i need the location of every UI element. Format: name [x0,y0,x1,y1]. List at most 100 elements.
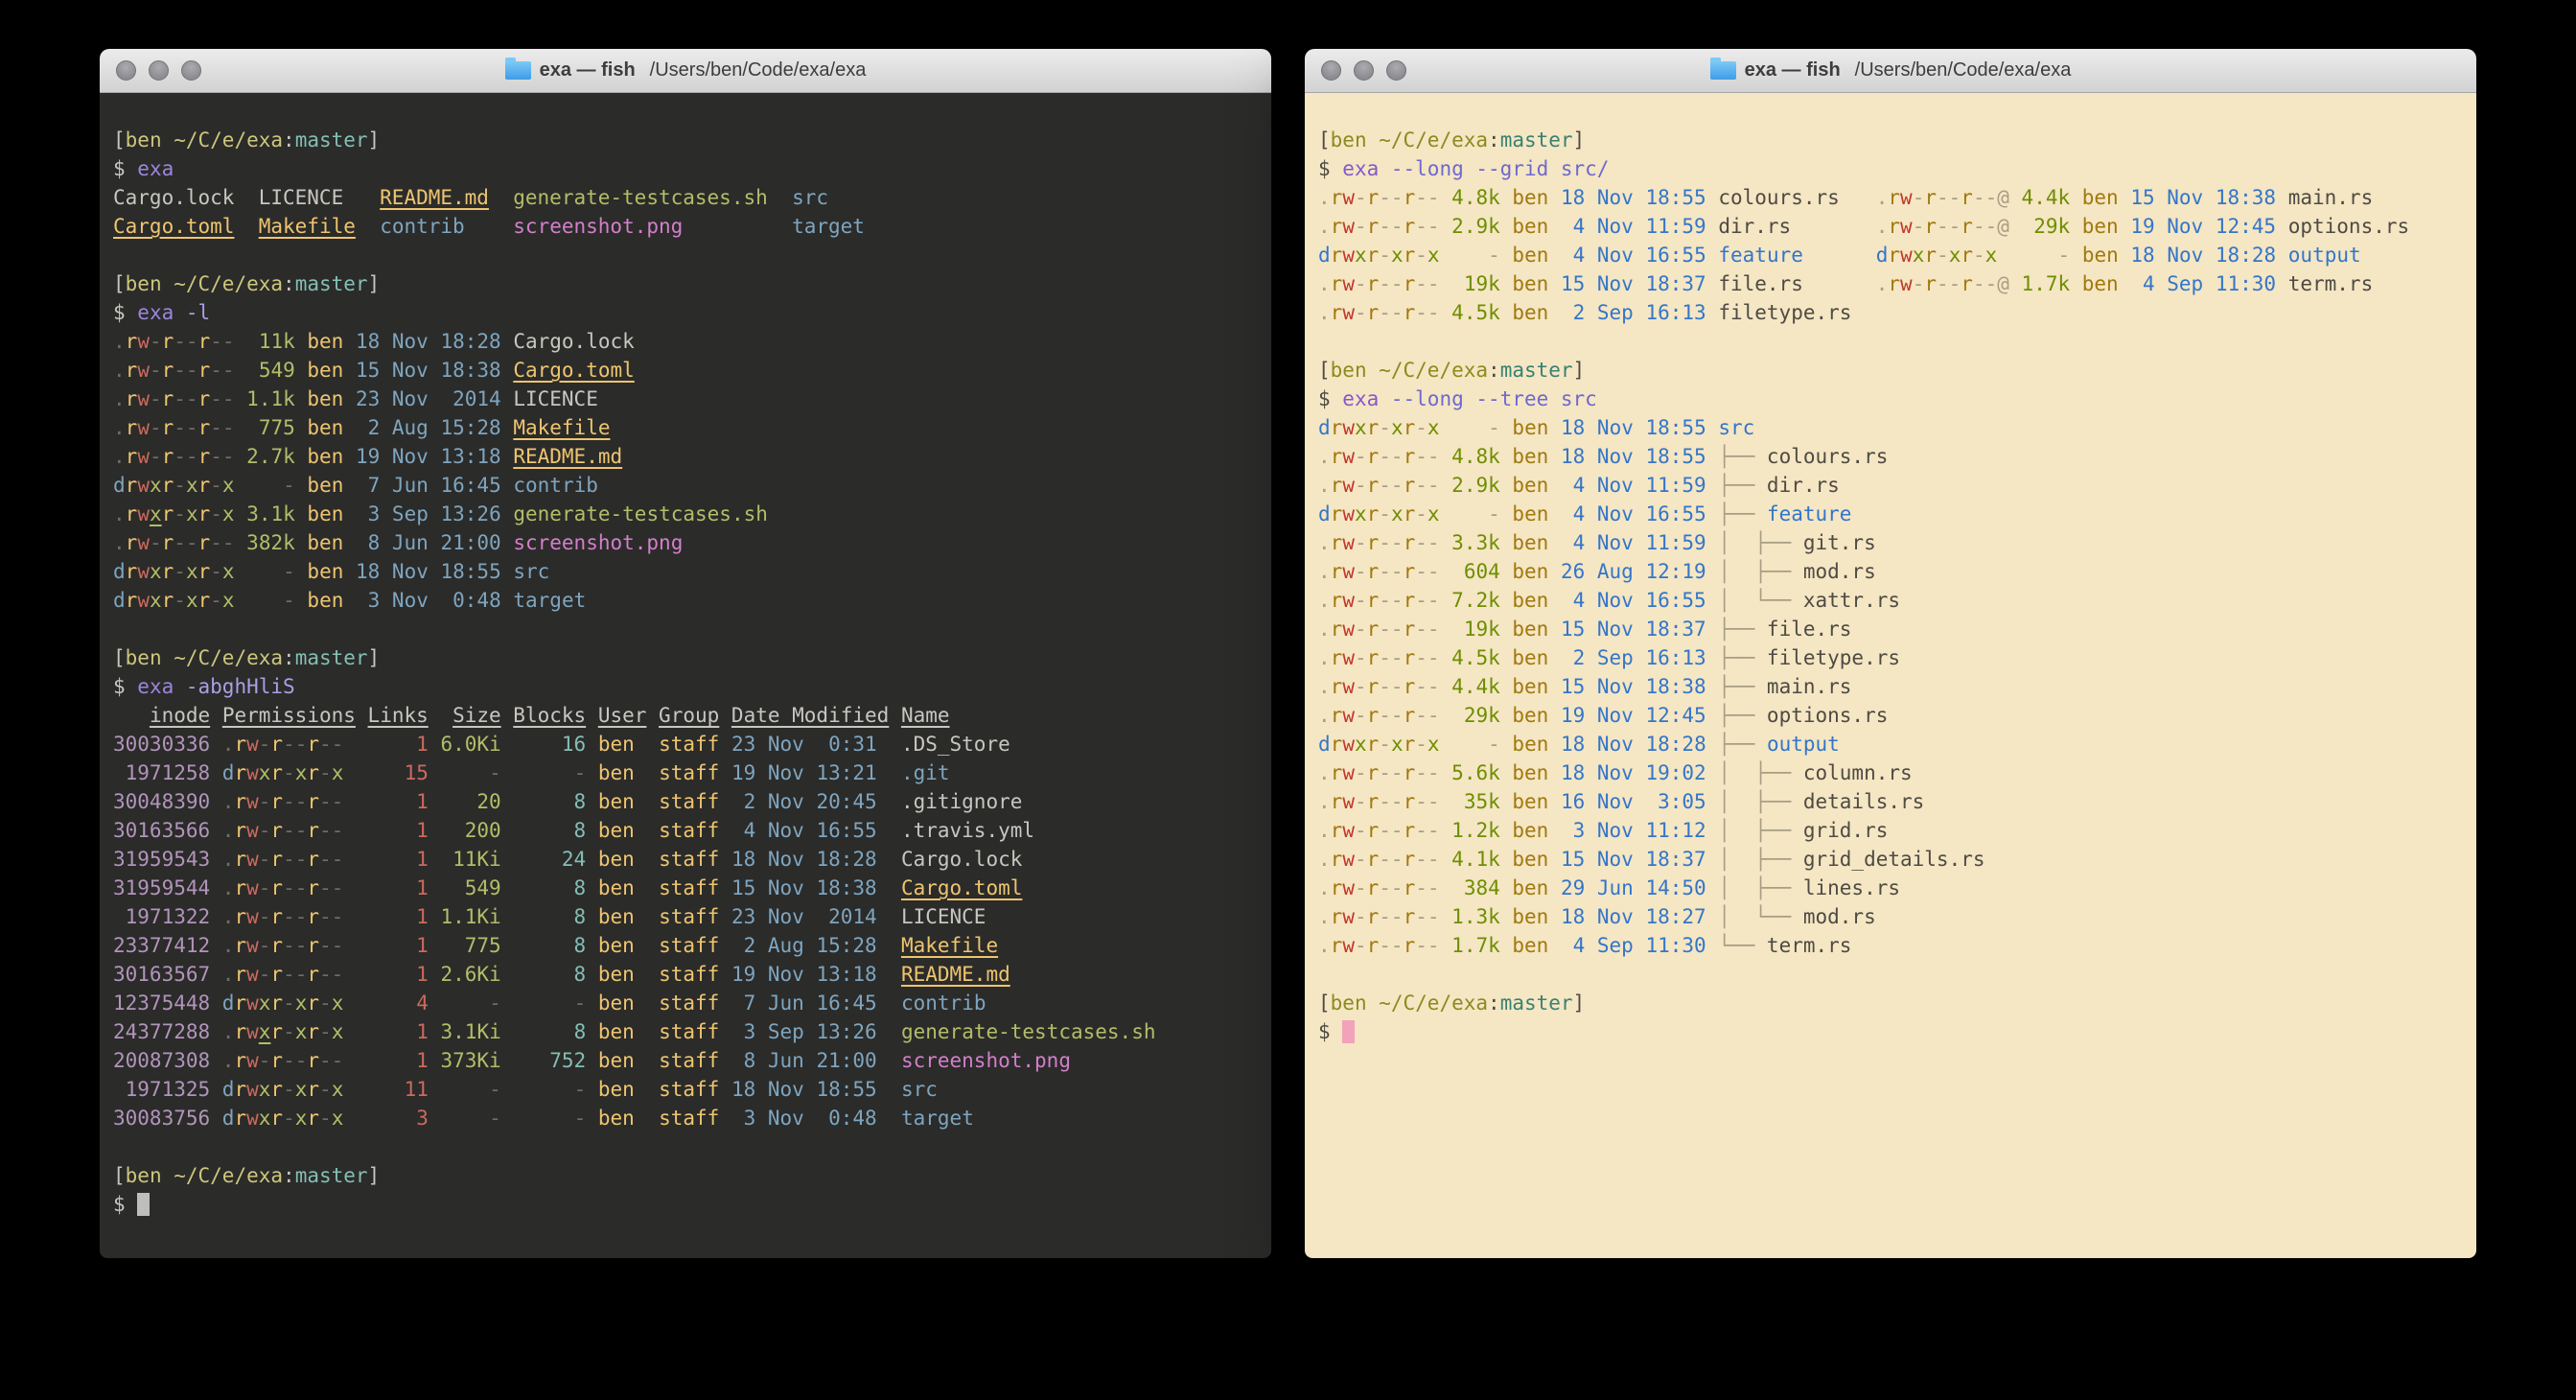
text-segment: . [1318,618,1331,641]
text-segment: . [1318,531,1331,554]
close-button[interactable] [1321,60,1341,81]
text-segment: . [222,848,235,871]
terminal-line: .rw-r--r-- 604 ben 26 Aug 12:19 │ ├── mo… [1318,557,2465,586]
text-segment: 19 Nov 12:45 [2130,215,2287,238]
text-segment: -- [319,819,343,842]
text-segment: w [1342,646,1355,669]
text-segment: - [441,1107,514,1130]
terminal-content[interactable]: [ben ~/C/e/exa:master]$ exaCargo.lock LI… [100,93,1271,1258]
text-segment: d [222,992,235,1015]
text-segment: r [270,1049,283,1072]
text-segment: │ ├── [1718,761,1803,784]
text-segment: 1971322 [113,905,222,928]
text-segment: r [1331,531,1343,554]
text-segment: Makefile [513,416,610,439]
text-segment: ben staff [598,905,731,928]
close-button[interactable] [116,60,136,81]
text-segment: r [162,589,174,612]
text-segment: - [1355,876,1367,899]
text-segment [113,704,150,727]
text-segment: r [126,416,138,439]
text-segment: @ [1997,186,2009,209]
terminal-line: 24377288 .rwxr-xr-x 1 3.1Ki 8 ben staff … [113,1017,1260,1046]
text-segment: xattr.rs [1803,589,1900,612]
titlebar[interactable]: exa — fish /Users/ben/Code/exa/exa [1305,49,2476,93]
text-segment: x [150,589,162,612]
text-segment: git.rs [1803,531,1876,554]
text-segment: - [1440,502,1513,525]
text-segment: r [162,531,174,554]
text-segment: . [1318,215,1331,238]
text-segment: - [150,531,162,554]
text-segment: x [1391,416,1404,439]
text-segment [1803,244,1876,267]
text-segment: 18 Nov 18:55 [1561,445,1718,468]
text-segment: -- [1415,675,1439,698]
text-segment: ├── [1718,733,1767,756]
text-segment: ben [307,474,356,497]
terminal-line [1318,960,2465,989]
text-segment: -- [319,876,343,899]
text-segment: x [295,1078,308,1101]
text-segment: - [259,934,271,957]
titlebar[interactable]: exa — fish /Users/ben/Code/exa/exa [100,49,1271,93]
zoom-button[interactable] [1386,60,1406,81]
text-segment: term.rs [1767,934,1852,957]
text-segment: r [270,733,283,756]
text-segment: - [513,1078,598,1101]
text-segment: 18 Nov 18:28 [356,330,513,353]
text-segment: ├── [1718,646,1767,669]
text-segment: r [1404,848,1416,871]
text-segment: w [1342,704,1355,727]
text-segment: -- [283,963,307,986]
text-segment: - [174,474,186,497]
text-segment: : [1488,128,1500,152]
text-segment: 2 Aug 15:28 [356,416,513,439]
text-segment: src [901,1078,938,1101]
text-segment: r [1367,445,1380,468]
text-segment: -- [174,445,197,468]
text-segment: w [1342,790,1355,813]
text-segment: . [113,502,126,525]
text-segment: generate-testcases.sh [513,186,768,209]
terminal-line: 12375448 drwxr-xr-x 4 - - ben staff 7 Ju… [113,989,1260,1017]
text-segment: -- [283,905,307,928]
text-segment: - [1440,733,1513,756]
text-segment: r [234,963,246,986]
minimize-button[interactable] [149,60,169,81]
text-segment: --long --tree src [1379,387,1597,410]
minimize-button[interactable] [1354,60,1374,81]
text-segment: ben [307,359,356,382]
text-segment: x [295,761,308,784]
text-segment: -- [210,330,234,353]
text-segment: 549 [440,876,513,899]
terminal-line: drwxr-xr-x - ben 4 Nov 16:55 ├── feature [1318,500,2465,528]
text-segment: r [270,790,283,813]
text-segment: w [1342,934,1355,957]
text-segment: 752 [513,1049,598,1072]
text-segment: - [319,1020,332,1043]
text-segment: r [307,761,319,784]
text-segment: 1.1Ki [440,905,513,928]
text-segment: r [1404,934,1416,957]
text-segment: x [1391,733,1404,756]
text-segment: : [283,128,295,152]
terminal-content[interactable]: [ben ~/C/e/exa:master]$ exa --long --gri… [1305,93,2476,1258]
text-segment [683,215,792,238]
text-segment: w [1342,186,1355,209]
text-segment: ben [1512,934,1561,957]
text-segment: -- [1415,848,1439,871]
text-segment: [ [1318,992,1331,1015]
text-segment: r [270,819,283,842]
text-segment: x [332,1107,344,1130]
text-segment: -- [1937,215,1961,238]
text-segment: @ [1997,215,2009,238]
terminal-line: .rw-r--r-- 19k ben 15 Nov 18:37 ├── file… [1318,615,2465,643]
text-segment: 2.7k [235,445,308,468]
text-segment: x [1427,502,1440,525]
text-segment: src [1718,416,1754,439]
text-segment: ] [1573,128,1586,152]
text-segment: x [259,992,271,1015]
zoom-button[interactable] [181,60,201,81]
text-segment: - [513,761,598,784]
